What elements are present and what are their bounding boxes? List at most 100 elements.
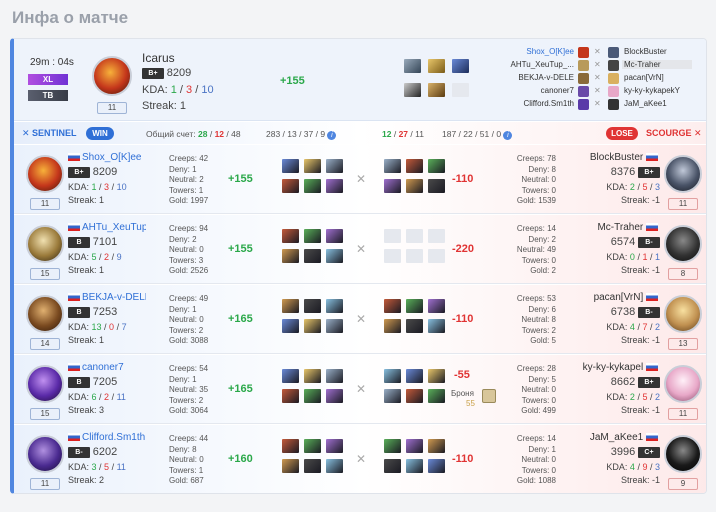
item-icon[interactable] (304, 389, 321, 403)
item-icon[interactable] (282, 299, 299, 313)
item-icon[interactable] (282, 249, 299, 263)
item-icon[interactable] (406, 179, 423, 193)
item-icon[interactable] (304, 229, 321, 243)
hero-portrait[interactable] (26, 435, 64, 473)
item-icon[interactable] (428, 389, 445, 403)
item-icon[interactable] (406, 299, 423, 313)
item-icon[interactable] (304, 439, 321, 453)
scourge-player[interactable]: BlockBuster (624, 47, 667, 56)
item-icon[interactable] (282, 179, 299, 193)
item-icon[interactable] (326, 439, 343, 453)
item-icon[interactable] (404, 59, 421, 73)
scourge-player[interactable]: Mc-Traher (622, 60, 692, 69)
item-icon[interactable] (384, 459, 401, 473)
player-rating: 6738 (610, 306, 636, 318)
hero-portrait[interactable] (92, 56, 132, 96)
item-icon[interactable] (282, 159, 299, 173)
item-icon[interactable] (326, 389, 343, 403)
item-icon[interactable] (406, 439, 423, 453)
player-name[interactable]: JaM_aKee1 (562, 432, 660, 443)
item-icon[interactable] (428, 299, 445, 313)
hero-portrait[interactable] (664, 295, 702, 333)
item-icon[interactable] (384, 159, 401, 173)
item-icon[interactable] (406, 159, 423, 173)
item-icon[interactable] (282, 439, 299, 453)
item-icon[interactable] (304, 159, 321, 173)
item-icon[interactable] (304, 249, 321, 263)
item-icon[interactable] (326, 159, 343, 173)
item-icon[interactable] (384, 179, 401, 193)
sentinel-player[interactable]: Clifford.Sm1th (506, 99, 574, 108)
item-icon[interactable] (326, 179, 343, 193)
player-name[interactable]: BEKJA-v-DELE (68, 292, 146, 303)
hero-portrait[interactable] (664, 155, 702, 193)
player-name[interactable]: AHTu_XeuTup (68, 222, 146, 233)
item-icon[interactable] (452, 59, 469, 73)
item-icon[interactable] (406, 389, 423, 403)
hero-portrait[interactable] (664, 365, 702, 403)
item-icon[interactable] (282, 389, 299, 403)
item-icon[interactable] (282, 369, 299, 383)
mode-tag-tb: TB (28, 90, 68, 101)
sentinel-player[interactable]: AHTu_XeuTup_... (506, 60, 574, 69)
item-icon[interactable] (384, 319, 401, 333)
player-name[interactable]: ky-ky-kykapel (562, 362, 660, 373)
item-icon[interactable] (428, 59, 445, 73)
scourge-player[interactable]: pacan[VrN] (624, 73, 664, 82)
hero-portrait[interactable] (26, 295, 64, 333)
item-icon[interactable] (326, 459, 343, 473)
player-streak: Streak: -1 (620, 195, 660, 205)
sentinel-player[interactable]: Shox_O[K]ee (506, 47, 574, 56)
info-icon[interactable]: i (503, 131, 513, 140)
item-icon[interactable] (428, 83, 445, 97)
player-kda: KDA: 6 / 2 / 11 (68, 392, 126, 402)
player-name[interactable]: Clifford.Sm1th (68, 432, 145, 443)
item-icon[interactable] (406, 319, 423, 333)
item-icon[interactable] (282, 459, 299, 473)
swords-icon: ✕ (356, 242, 367, 256)
item-icon[interactable] (326, 369, 343, 383)
hero-portrait[interactable] (664, 225, 702, 263)
item-icon[interactable] (428, 459, 445, 473)
player-name[interactable]: BlockBuster (562, 152, 660, 163)
scourge-player[interactable]: JaM_aKee1 (624, 99, 667, 108)
hero-portrait[interactable] (26, 365, 64, 403)
item-icon[interactable] (428, 179, 445, 193)
sentinel-player[interactable]: BEKJA-v-DELE (506, 73, 574, 82)
player-name[interactable]: Icarus (142, 51, 175, 65)
player-name[interactable]: Mc-Traher (562, 222, 660, 233)
item-icon[interactable] (326, 319, 343, 333)
player-name[interactable]: canoner7 (68, 362, 124, 373)
item-icon[interactable] (282, 319, 299, 333)
item-icon[interactable] (428, 369, 445, 383)
item-icon[interactable] (428, 159, 445, 173)
hero-portrait[interactable] (26, 225, 64, 263)
hero-portrait[interactable] (26, 155, 64, 193)
scourge-score: 12 / 27 / 11 (382, 129, 424, 139)
item-icon[interactable] (304, 319, 321, 333)
item-icon[interactable] (406, 369, 423, 383)
item-icon[interactable] (406, 459, 423, 473)
item-icon[interactable] (384, 369, 401, 383)
scourge-player[interactable]: ky-ky-kykapekY (624, 86, 680, 95)
hero-portrait[interactable] (664, 435, 702, 473)
item-icon[interactable] (304, 459, 321, 473)
item-icon[interactable] (304, 369, 321, 383)
player-stats: Creeps: 53 Deny: 6 Neutral: 8 Towers: 2 Gold… (516, 294, 556, 345)
item-icon[interactable] (282, 229, 299, 243)
item-icon[interactable] (326, 249, 343, 263)
item-icon[interactable] (384, 439, 401, 453)
sentinel-player[interactable]: canoner7 (506, 86, 574, 95)
item-icon[interactable] (326, 299, 343, 313)
player-name[interactable]: Shox_O[K]ee (68, 152, 141, 163)
item-icon[interactable] (428, 439, 445, 453)
item-icon[interactable] (304, 299, 321, 313)
info-icon[interactable]: i (327, 131, 337, 140)
item-icon[interactable] (384, 389, 401, 403)
item-icon[interactable] (326, 229, 343, 243)
item-icon[interactable] (404, 83, 421, 97)
item-icon[interactable] (304, 179, 321, 193)
item-icon[interactable] (384, 299, 401, 313)
item-icon[interactable] (428, 319, 445, 333)
player-name[interactable]: pacan[VrN] (562, 292, 660, 303)
